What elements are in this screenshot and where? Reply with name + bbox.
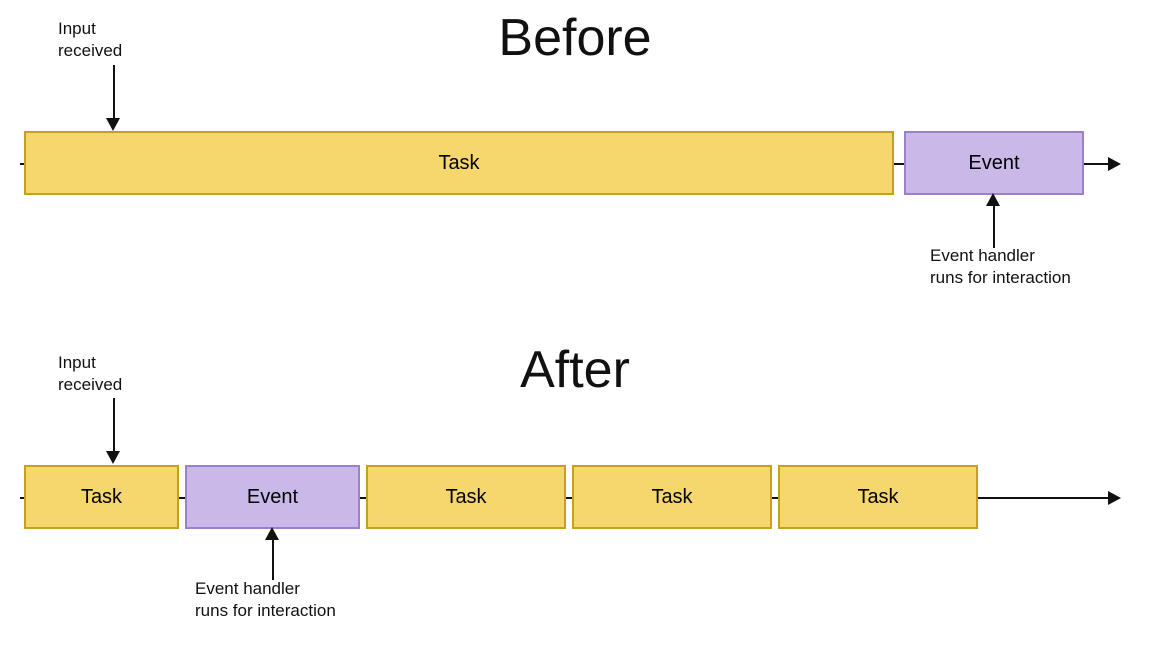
after-handler-arrow-head	[265, 527, 279, 540]
diagram-container: Before Inputreceived Task Event Event ha…	[0, 0, 1155, 647]
after-input-label: Inputreceived	[58, 352, 122, 396]
before-title: Before	[300, 8, 850, 68]
after-task1-label: Task	[81, 486, 122, 509]
before-input-label: Inputreceived	[58, 18, 122, 62]
after-event-box: Event	[185, 465, 360, 529]
after-task3-box: Task	[572, 465, 772, 529]
after-handler-label: Event handlerruns for interaction	[195, 578, 336, 622]
after-event-label: Event	[247, 486, 298, 509]
after-task3-label: Task	[651, 486, 692, 509]
after-arrow-right	[1108, 491, 1121, 505]
before-handler-arrow-head	[986, 193, 1000, 206]
after-task4-box: Task	[778, 465, 978, 529]
before-event-box: Event	[904, 131, 1084, 195]
before-task-label: Task	[438, 152, 479, 175]
before-task-box: Task	[24, 131, 894, 195]
before-input-arrow-head	[106, 118, 120, 131]
after-task2-label: Task	[445, 486, 486, 509]
before-handler-label: Event handlerruns for interaction	[930, 245, 1071, 289]
before-arrow-right	[1108, 157, 1121, 171]
after-task1-box: Task	[24, 465, 179, 529]
before-input-arrow-line	[113, 65, 115, 120]
after-input-arrow-line	[113, 398, 115, 453]
after-task2-box: Task	[366, 465, 566, 529]
after-title: After	[300, 340, 850, 400]
after-task4-label: Task	[857, 486, 898, 509]
after-input-arrow-head	[106, 451, 120, 464]
before-event-label: Event	[968, 152, 1019, 175]
